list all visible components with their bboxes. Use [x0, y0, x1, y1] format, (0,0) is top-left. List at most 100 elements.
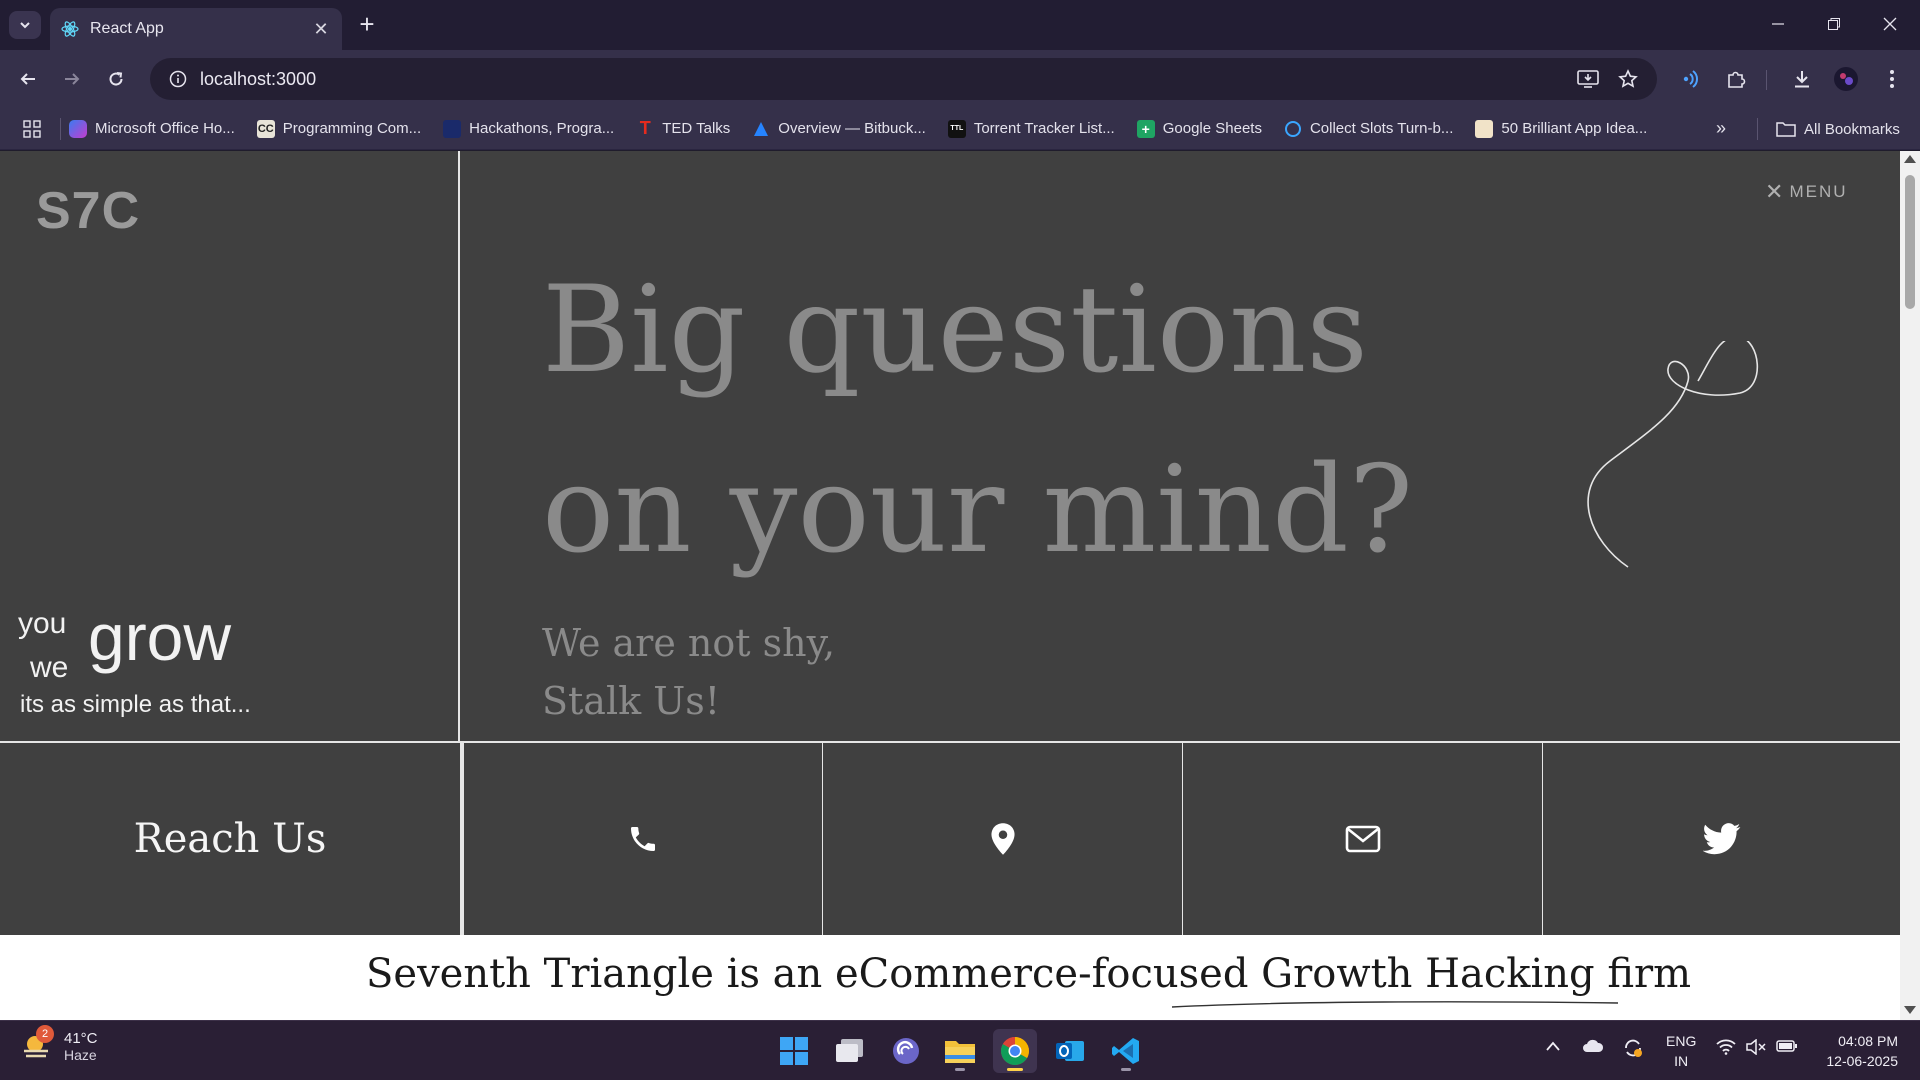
- browser-app-icon: [893, 1038, 919, 1064]
- site-logo[interactable]: S7C: [36, 181, 140, 241]
- outlook-icon: [1056, 1041, 1084, 1061]
- restore-button[interactable]: [1806, 8, 1862, 40]
- kebab-menu-icon[interactable]: [1876, 63, 1908, 95]
- app-ideas-icon: [1475, 119, 1494, 138]
- bookmark-item[interactable]: CC Programming Com...: [256, 119, 422, 138]
- weather-badge: 2: [36, 1025, 54, 1043]
- file-explorer-button[interactable]: [938, 1029, 982, 1073]
- task-view-button[interactable]: [828, 1029, 872, 1073]
- scroll-down-arrow-icon[interactable]: [1904, 1006, 1916, 1014]
- tagline-subtitle: its as simple as that...: [20, 691, 251, 718]
- profile-avatar[interactable]: [1830, 63, 1862, 95]
- bookmark-item[interactable]: Microsoft Office Ho...: [69, 119, 235, 138]
- battery-icon[interactable]: [1776, 1039, 1798, 1058]
- task-view-icon: [836, 1039, 863, 1062]
- all-bookmarks-label: All Bookmarks: [1804, 120, 1900, 138]
- tab-search-button[interactable]: [9, 11, 41, 39]
- language-code: ENG: [1666, 1033, 1697, 1049]
- chevron-down-icon: [20, 22, 30, 29]
- install-app-icon[interactable]: [1570, 58, 1606, 100]
- arrow-left-icon: [20, 73, 35, 85]
- bookmark-label: TED Talks: [662, 120, 731, 137]
- bookmarks-bar: Microsoft Office Ho... CC Programming Co…: [0, 108, 1920, 150]
- running-indicator: [1007, 1068, 1023, 1071]
- hero-subheading-line1: We are not shy,: [542, 621, 836, 665]
- bookmark-item[interactable]: 50 Brilliant App Idea...: [1475, 119, 1647, 138]
- more-bookmarks-icon[interactable]: »: [1716, 118, 1726, 139]
- tab-title: React App: [90, 20, 164, 37]
- bookmark-item[interactable]: Overview — Bitbuck...: [752, 120, 926, 138]
- onedrive-icon[interactable]: [1582, 1039, 1604, 1058]
- bookmarks-divider: [1757, 118, 1758, 140]
- bookmark-star-icon[interactable]: [1610, 58, 1646, 100]
- sync-icon[interactable]: [1622, 1037, 1644, 1064]
- browser-toolbar: localhost:3000: [0, 50, 1920, 108]
- bookmark-item[interactable]: TTL Torrent Tracker List...: [947, 119, 1115, 138]
- ted-icon: T: [639, 118, 651, 138]
- url-text: localhost:3000: [200, 68, 317, 89]
- input-language[interactable]: ENG IN: [1666, 1031, 1696, 1071]
- bookmark-label: Google Sheets: [1162, 120, 1262, 137]
- system-clock[interactable]: 04:08 PM 12-06-2025: [1808, 1031, 1898, 1071]
- new-tab-button[interactable]: +: [352, 10, 382, 40]
- browser-app-button[interactable]: [884, 1029, 928, 1073]
- all-bookmarks-button[interactable]: All Bookmarks: [1776, 108, 1900, 150]
- brand-panel: S7C you we grow its as simple as that...: [0, 151, 460, 741]
- apps-grid-icon[interactable]: [12, 119, 52, 138]
- reload-icon: [109, 72, 123, 86]
- reload-button[interactable]: [100, 63, 132, 95]
- weather-widget[interactable]: 2 41°C Haze: [20, 1025, 98, 1063]
- bookmark-item[interactable]: Hackathons, Progra...: [443, 119, 614, 138]
- outlook-app-button[interactable]: [1048, 1029, 1092, 1073]
- show-hidden-icons-icon[interactable]: [1545, 1039, 1561, 1057]
- contact-phone[interactable]: [462, 743, 822, 935]
- close-window-button[interactable]: [1862, 8, 1918, 40]
- bookmark-label: Programming Com...: [282, 120, 422, 137]
- bookmark-item[interactable]: T TED Talks: [636, 118, 731, 138]
- volume-muted-icon[interactable]: [1746, 1038, 1766, 1060]
- tagline-we: we: [30, 651, 69, 684]
- folder-icon: [1776, 122, 1796, 137]
- address-bar[interactable]: localhost:3000: [150, 58, 1657, 100]
- bookmark-item[interactable]: Collect Slots Turn-b...: [1284, 120, 1453, 138]
- forward-button[interactable]: [56, 63, 88, 95]
- hero-subheading-line2: Stalk Us!: [542, 679, 721, 723]
- language-region: IN: [1674, 1053, 1689, 1069]
- active-tab[interactable]: React App ✕: [50, 8, 342, 50]
- clock-time: 04:08 PM: [1838, 1033, 1898, 1049]
- clock-date: 12-06-2025: [1826, 1053, 1898, 1069]
- start-button[interactable]: [772, 1029, 816, 1073]
- weather-haze-icon: 2: [20, 1025, 54, 1063]
- tab-close-icon[interactable]: ✕: [310, 19, 332, 40]
- bookmark-label: Microsoft Office Ho...: [95, 120, 235, 137]
- scroll-up-arrow-icon[interactable]: [1904, 155, 1916, 163]
- windows-logo-icon: [780, 1037, 808, 1065]
- vscode-app-button[interactable]: [1104, 1029, 1148, 1073]
- weather-temperature: 41°C: [64, 1029, 98, 1047]
- wifi-icon[interactable]: [1716, 1039, 1736, 1060]
- bookmark-item[interactable]: + Google Sheets: [1136, 119, 1262, 138]
- minimize-icon: [1772, 23, 1784, 25]
- downloads-icon[interactable]: [1786, 63, 1818, 95]
- slots-icon: [1284, 120, 1302, 138]
- windows-taskbar: 2 41°C Haze ENG IN 04:08 PM 12-06-2025: [0, 1020, 1920, 1080]
- extensions-icon[interactable]: [1720, 63, 1752, 95]
- page-scrollbar[interactable]: [1900, 151, 1920, 1020]
- scrollbar-thumb[interactable]: [1905, 175, 1915, 309]
- ttl-icon: TTL: [947, 119, 966, 138]
- menu-button[interactable]: ✕ MENU: [1765, 179, 1848, 205]
- decorative-underline: [1171, 1001, 1619, 1008]
- chrome-app-button[interactable]: [993, 1029, 1037, 1073]
- site-info-icon[interactable]: [156, 70, 200, 88]
- contact-email[interactable]: [1182, 743, 1542, 935]
- back-button[interactable]: [12, 63, 44, 95]
- hero-heading-line1: Big questions: [542, 261, 1368, 400]
- contact-twitter[interactable]: [1542, 743, 1900, 935]
- office-icon: [69, 119, 87, 138]
- bookmark-label: Collect Slots Turn-b...: [1309, 120, 1454, 137]
- media-cast-icon[interactable]: [1674, 63, 1706, 95]
- minimize-button[interactable]: [1750, 8, 1806, 40]
- running-indicator: [955, 1068, 965, 1071]
- contact-location[interactable]: [822, 743, 1182, 935]
- devpost-icon: [443, 119, 462, 138]
